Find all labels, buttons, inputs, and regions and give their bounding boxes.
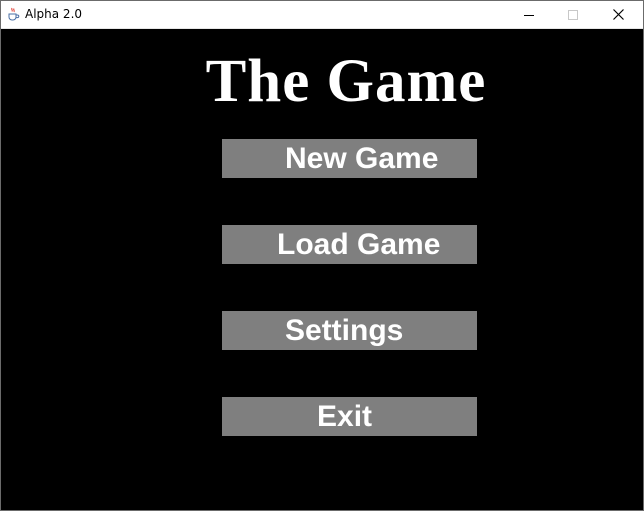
maximize-button[interactable]: [550, 1, 596, 28]
minimize-button[interactable]: [506, 1, 552, 28]
new-game-label: New Game: [285, 142, 439, 175]
new-game-button[interactable]: New Game: [222, 139, 477, 178]
load-game-label: Load Game: [277, 228, 441, 261]
load-game-button[interactable]: Load Game: [222, 225, 477, 264]
window-title: Alpha 2.0: [25, 7, 83, 21]
app-window: Alpha 2.0 The Game New Game Load Game Se…: [0, 0, 644, 511]
game-panel: The Game New Game Load Game Settings Exi…: [1, 29, 643, 510]
exit-button[interactable]: Exit: [222, 397, 477, 436]
maximize-icon: [568, 9, 578, 20]
settings-label: Settings: [285, 314, 404, 347]
close-icon: [612, 9, 624, 20]
settings-button[interactable]: Settings: [222, 311, 477, 350]
minimize-icon: [524, 10, 534, 20]
exit-label: Exit: [317, 400, 373, 433]
title-bar[interactable]: Alpha 2.0: [1, 1, 643, 29]
game-title: The Game: [205, 48, 487, 115]
close-button[interactable]: [595, 1, 641, 28]
java-cup-icon: [6, 7, 20, 21]
